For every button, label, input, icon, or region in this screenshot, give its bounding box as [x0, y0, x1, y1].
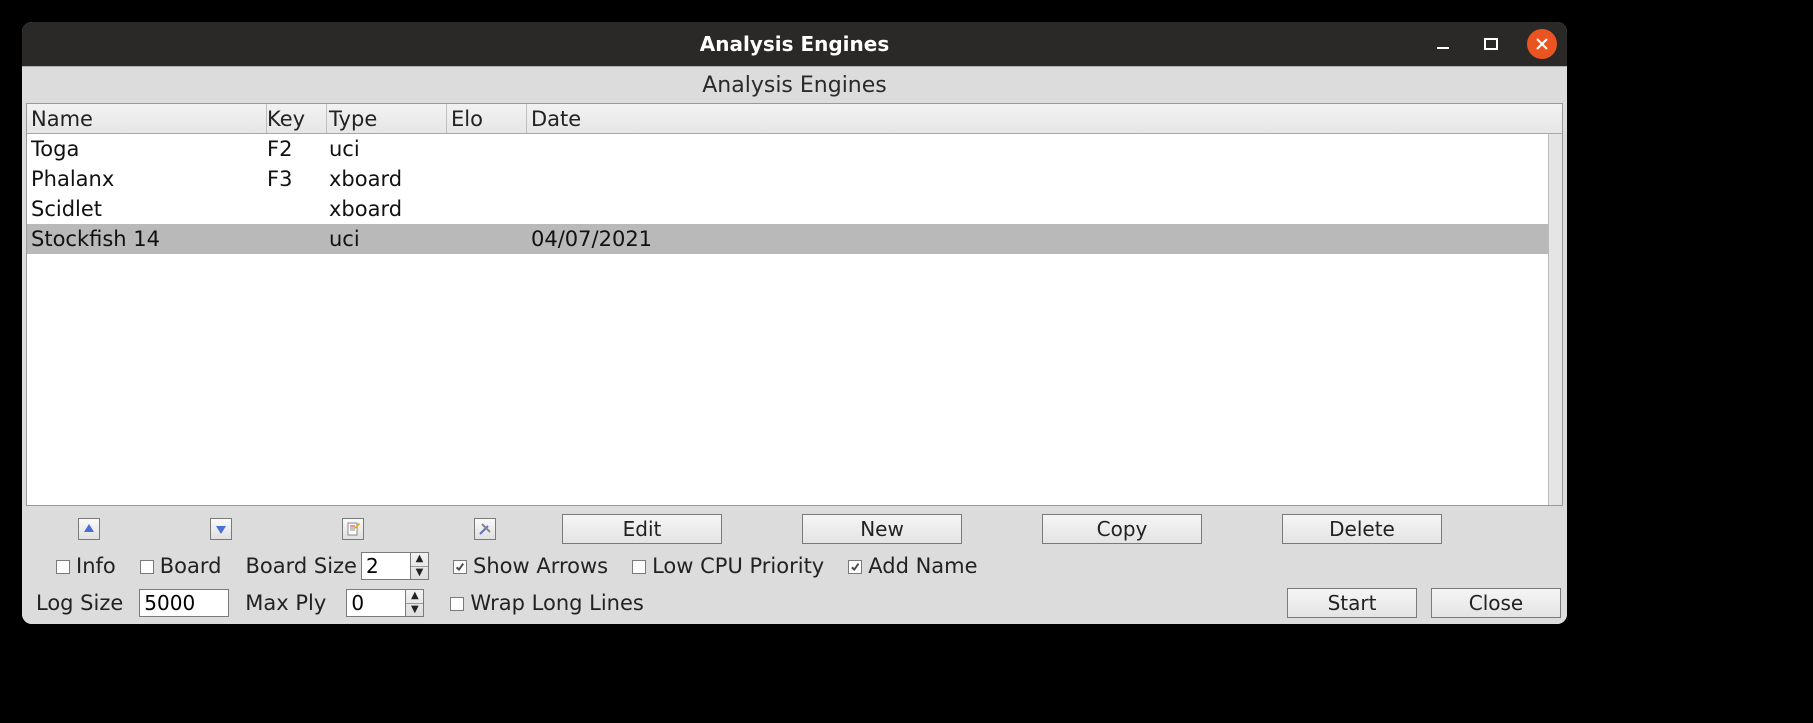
log-size-input[interactable] [139, 589, 229, 617]
max-ply-label: Max Ply [245, 591, 326, 615]
move-up-button[interactable] [78, 518, 100, 540]
board-size-group: Board Size ▲ ▼ [245, 552, 429, 580]
options-row: Info Board Board Size ▲ ▼ [22, 548, 1567, 584]
start-button[interactable]: Start [1287, 588, 1417, 618]
minimize-icon [1436, 37, 1450, 51]
board-size-spinner[interactable]: ▲ ▼ [411, 552, 429, 580]
copy-button[interactable]: Copy [1042, 514, 1202, 544]
analysis-engines-dialog: Analysis Engines Analysis Engines Name K… [22, 22, 1567, 624]
edit-file-icon [346, 522, 360, 536]
checkbox-icon [450, 597, 464, 611]
table-scrollbar[interactable] [1548, 134, 1562, 505]
cell-key: F3 [267, 164, 327, 194]
bottom-row: Log Size Max Ply ▲ ▼ Wrap Long Lines Sta… [22, 584, 1567, 624]
table-row[interactable]: Scidlet xboard [27, 194, 1562, 224]
cell-type: uci [327, 134, 447, 164]
maximize-icon [1484, 37, 1498, 51]
wrap-long-lines-checkbox[interactable]: Wrap Long Lines [450, 591, 644, 615]
cell-elo [447, 134, 527, 164]
cell-name: Phalanx [27, 164, 267, 194]
cell-type: uci [327, 224, 447, 254]
titlebar: Analysis Engines [22, 22, 1567, 66]
cell-date [527, 194, 1562, 224]
info-checkbox[interactable]: Info [56, 554, 116, 578]
edit-file-button[interactable] [342, 518, 364, 540]
board-size-input[interactable] [361, 552, 411, 580]
show-arrows-checkbox[interactable]: Show Arrows [453, 554, 608, 578]
delete-button[interactable]: Delete [1282, 514, 1442, 544]
board-label: Board [160, 554, 222, 578]
header-name[interactable]: Name [27, 104, 267, 133]
move-down-button[interactable] [210, 518, 232, 540]
cell-type: xboard [327, 164, 447, 194]
checkbox-icon [140, 560, 154, 574]
table-row[interactable]: PhalanxF3xboard [27, 164, 1562, 194]
cell-date [527, 164, 1562, 194]
cell-key [267, 194, 327, 224]
table-row[interactable]: TogaF2uci [27, 134, 1562, 164]
dialog-body: Analysis Engines Name Key Type Elo Date … [22, 66, 1567, 624]
table-header: Name Key Type Elo Date [27, 104, 1562, 134]
add-name-checkbox[interactable]: Add Name [848, 554, 977, 578]
checkbox-icon [632, 560, 646, 574]
table-row[interactable]: Stockfish 14 uci 04/07/2021 [27, 224, 1562, 254]
low-cpu-checkbox[interactable]: Low CPU Priority [632, 554, 824, 578]
checkbox-icon [848, 560, 862, 574]
show-arrows-label: Show Arrows [473, 554, 608, 578]
cell-elo [447, 164, 527, 194]
table-rows: TogaF2uciPhalanxF3xboardScidletxboardSto… [27, 134, 1562, 505]
checkbox-icon [56, 560, 70, 574]
arrow-down-icon [215, 523, 227, 535]
new-button[interactable]: New [802, 514, 962, 544]
window-controls [1431, 22, 1557, 66]
cell-key [267, 224, 327, 254]
tools-icon [478, 522, 492, 536]
close-window-button[interactable] [1527, 29, 1557, 59]
header-key[interactable]: Key [267, 104, 327, 133]
wrap-label: Wrap Long Lines [470, 591, 644, 615]
log-size-label: Log Size [36, 591, 123, 615]
info-label: Info [76, 554, 116, 578]
chevron-up-icon: ▲ [406, 590, 423, 604]
edit-button[interactable]: Edit [562, 514, 722, 544]
cell-name: Toga [27, 134, 267, 164]
max-ply-spinner[interactable]: ▲ ▼ [406, 589, 424, 617]
cell-date: 04/07/2021 [527, 224, 1562, 254]
header-type[interactable]: Type [327, 104, 447, 133]
board-size-label: Board Size [245, 554, 357, 578]
chevron-down-icon: ▼ [411, 567, 428, 580]
cell-elo [447, 194, 527, 224]
header-date[interactable]: Date [527, 104, 1562, 133]
checkbox-icon [453, 560, 467, 574]
maximize-button[interactable] [1479, 32, 1503, 56]
configure-button[interactable] [474, 518, 496, 540]
close-icon [1535, 37, 1549, 51]
header-elo[interactable]: Elo [447, 104, 527, 133]
chevron-down-icon: ▼ [406, 604, 423, 617]
cell-name: Scidlet [27, 194, 267, 224]
minimize-button[interactable] [1431, 32, 1455, 56]
window-title: Analysis Engines [700, 32, 890, 56]
add-name-label: Add Name [868, 554, 977, 578]
toolbar-row: Edit New Copy Delete [22, 510, 1567, 548]
chevron-up-icon: ▲ [411, 553, 428, 567]
cell-type: xboard [327, 194, 447, 224]
cell-elo [447, 224, 527, 254]
dialog-title: Analysis Engines [22, 67, 1567, 103]
max-ply-input[interactable] [346, 589, 406, 617]
arrow-up-icon [83, 523, 95, 535]
engines-table: Name Key Type Elo Date TogaF2uciPhalanxF… [26, 103, 1563, 506]
low-cpu-label: Low CPU Priority [652, 554, 824, 578]
close-button[interactable]: Close [1431, 588, 1561, 618]
cell-name: Stockfish 14 [27, 224, 267, 254]
board-checkbox[interactable]: Board [140, 554, 222, 578]
cell-date [527, 134, 1562, 164]
cell-key: F2 [267, 134, 327, 164]
